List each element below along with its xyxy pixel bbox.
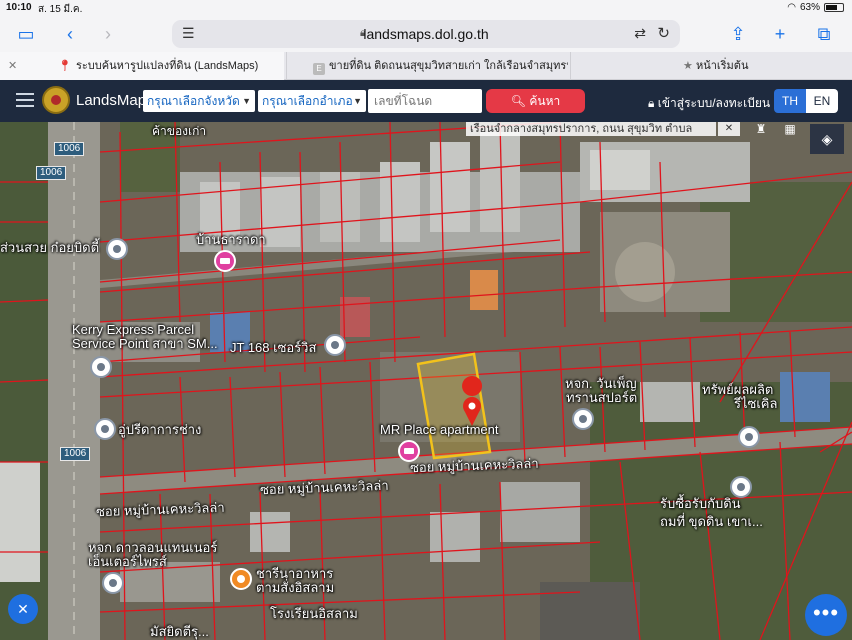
layers-icon[interactable]: ◈ [810,124,844,154]
tabs-overview-icon[interactable]: ⧉ [810,22,838,46]
battery-percent: 63% [799,2,820,13]
language-switch: TH EN [774,89,838,113]
url-text: landsmaps.dol.go.th [363,26,489,42]
tools-button[interactable]: ✕ [8,594,38,624]
map-label: บ้านธาราดา [196,232,266,247]
road-number-tag: 1006 [60,447,91,461]
poi-marker[interactable] [102,572,124,594]
forward-icon[interactable]: › [94,22,122,46]
wifi-icon: ◠ [787,2,796,13]
tab-label: ระบบค้นหารูปแปลงที่ดิน (LandsMaps) [75,60,259,72]
more-dots-icon: ••• [812,600,840,625]
map-label: ตามสั่งอิสลาม [256,580,335,595]
login-label: เข้าสู่ระบบ/ลงทะเบียน [657,96,771,110]
restaurant-marker-icon[interactable] [230,568,252,590]
reload-icon[interactable]: ↻ [657,24,670,42]
tab-start-page[interactable]: ★ หน้าเริ่มต้น [570,52,852,80]
hamburger-menu-icon[interactable] [16,93,34,111]
lang-en-button[interactable]: EN [806,89,838,113]
search-button-label: ค้นหา [529,94,561,108]
battery-icon [824,3,844,12]
chevron-down-icon: ▼ [242,96,251,106]
map-label: ส่วนสวย ก๋อยบิดตี้ [0,240,100,255]
hotel-marker-icon[interactable] [398,440,420,462]
poi-marker[interactable] [90,356,112,378]
login-link[interactable]: 🔒︎ เข้าสู่ระบบ/ลงทะเบียน [648,94,770,113]
lock-icon: 🔒︎ [648,96,655,110]
map-view[interactable]: เรือนจำกลางสมุทรปราการ, ถนน สุขุมวิท ตำบ… [0,122,852,640]
map-label: อู่ปรีดาการช่าง [118,422,202,437]
map-label: รับซื้อรับกับดิน [660,496,741,511]
map-label: เอ็นเตอร์ไพรส์ [88,554,167,569]
poi-marker[interactable] [94,418,116,440]
lang-th-button[interactable]: TH [774,89,806,113]
map-pin-favicon-icon: 📍︎ [58,60,72,72]
poi-marker[interactable] [738,426,760,448]
map-label: หจก.ดาวลอนแทนเนอร์ [88,540,218,555]
map-label: หจก. วันเพ็ญ [565,376,637,391]
star-icon: ★ [683,60,693,72]
crossed-tools-icon: ✕ [17,601,29,617]
hotel-marker-icon[interactable] [214,250,236,272]
search-icon: 🔍︎ [510,94,526,108]
search-button[interactable]: 🔍︎ ค้นหา [486,89,585,113]
poi-marker[interactable] [106,238,128,260]
new-tab-icon[interactable]: + [766,22,794,46]
dol-logo [42,86,70,114]
map-label: ทรานสปอร์ต [566,390,638,405]
poi-marker[interactable] [572,408,594,430]
status-time: 10:10 [6,2,32,13]
sidebar-toggle-icon[interactable]: ▭ [12,22,40,46]
back-icon[interactable]: ‹ [56,22,84,46]
tab-landsmaps[interactable]: ✕ 📍︎ ระบบค้นหารูปแปลงที่ดิน (LandsMaps) [0,52,284,80]
road-number-tag: 1006 [36,166,67,180]
map-label: รีไซเคิล [734,396,778,411]
status-date: ส. 15 มี.ค. [38,4,83,15]
deed-number-input[interactable] [368,89,482,113]
brand-name: LandsMaps [76,92,154,109]
poi-marker[interactable] [730,476,752,498]
address-bar[interactable]: ☰ 🔒︎ landsmaps.dol.go.th ⇄ ↻ [172,20,680,48]
map-label: Kerry Express Parcel [72,322,195,337]
status-right: ◠ 63% [787,2,844,13]
map-label: โรงเรียนอิสลาม [270,606,358,621]
province-select-label: กรุณาเลือกจังหวัด [147,94,240,108]
chevron-down-icon: ▼ [353,96,362,106]
tower-icon[interactable]: ♜ [752,122,770,136]
tab-label: ขายที่ดิน ติดถนนสุขุมวิทสายเก่า ใกล้เรือ… [329,60,568,72]
close-result-icon[interactable]: ✕ [718,122,740,136]
district-select[interactable]: กรุณาเลือกอำเภอ ▼ [258,90,366,112]
poi-marker[interactable] [324,334,346,356]
tab-label: หน้าเริ่มต้น [695,60,749,72]
tab-land-sale[interactable]: E ขายที่ดิน ติดถนนสุขุมวิทสายเก่า ใกล้เรื… [286,52,568,80]
grid-icon[interactable]: ▦ [778,122,802,136]
browser-toolbar: ▭ ‹ › ☰ 🔒︎ landsmaps.dol.go.th ⇄ ↻ ⇪ + ⧉ [0,16,852,52]
tab-favicon-icon: E [313,63,325,75]
map-label: ค้าของเก่า [152,124,207,138]
share-icon[interactable]: ⇪ [724,22,752,46]
map-label: มัสยิดตีรุ... [150,624,209,639]
map-label: ถมที่ ขุดดิน เขาเ... [660,514,763,529]
map-label: JT 168 เซอร์วิส [230,340,317,355]
map-label: ชารีนาอาหาร [256,566,334,581]
map-label: ทรัพย์ผลผลิต [702,382,774,397]
map-label: Service Point สาขา SM... [72,336,218,351]
status-bar: 10:10 ส. 15 มี.ค. ◠ 63% [0,0,852,16]
app-header: LandsMaps กรุณาเลือกจังหวัด ▼ กรุณาเลือก… [0,80,852,122]
tab-bar: ✕ 📍︎ ระบบค้นหารูปแปลงที่ดิน (LandsMaps) E… [0,52,852,80]
translate-icon[interactable]: ⇄ [634,25,646,42]
map-label: MR Place apartment [380,422,499,437]
district-select-label: กรุณาเลือกอำเภอ [262,94,353,108]
location-result-text: เรือนจำกลางสมุทรปราการ, ถนน สุขุมวิท ตำบ… [466,122,716,136]
close-tab-icon[interactable]: ✕ [8,52,17,80]
road-number-tag: 1006 [54,142,85,156]
province-select[interactable]: กรุณาเลือกจังหวัด ▼ [143,90,255,112]
more-options-button[interactable]: ••• [805,594,847,636]
